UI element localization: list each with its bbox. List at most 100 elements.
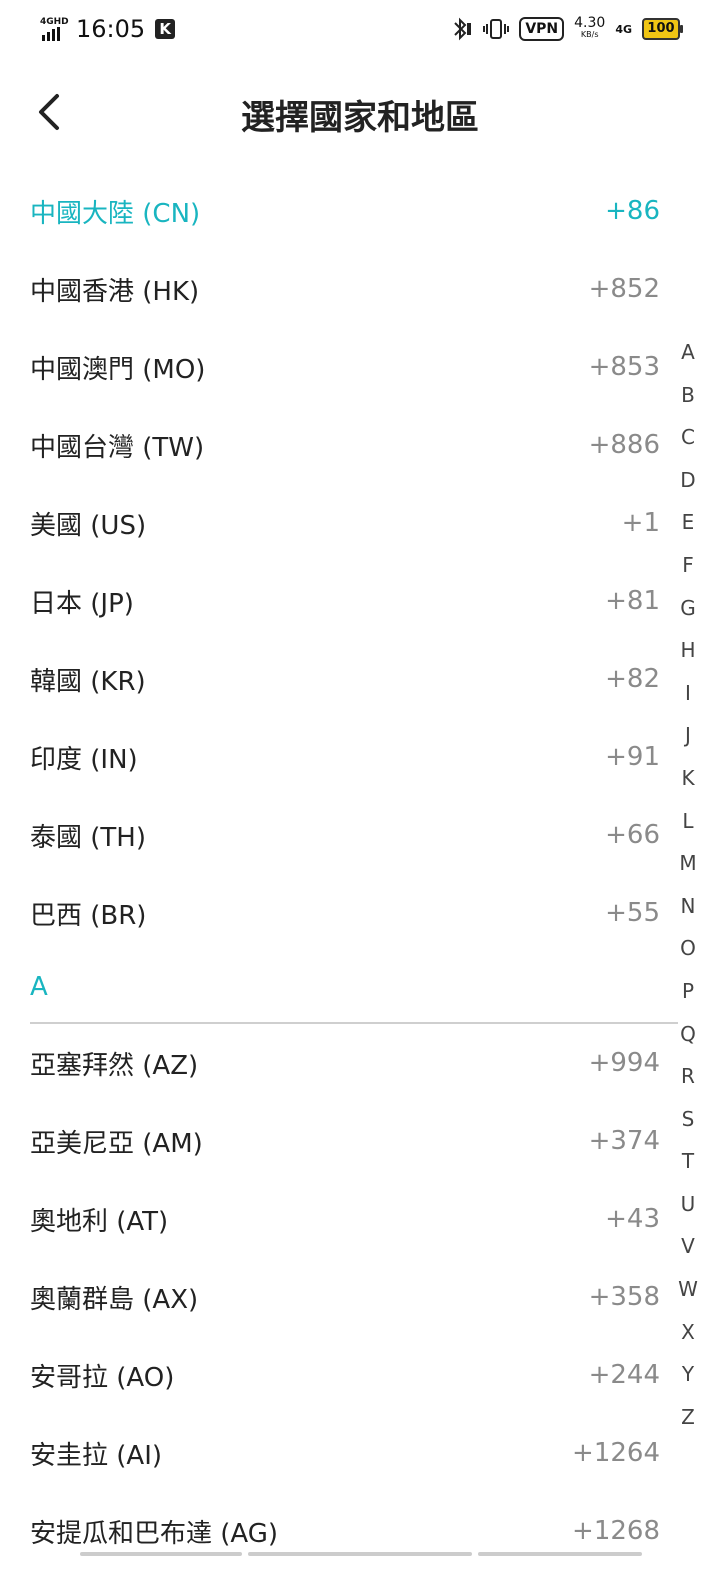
index-letter[interactable]: D <box>680 459 695 502</box>
index-letter[interactable]: P <box>682 970 694 1013</box>
header: 選擇國家和地區 <box>0 70 720 154</box>
country-row[interactable]: 巴西 (BR) +55 <box>0 874 720 952</box>
cellular-signal-icon: 4GHD <box>40 17 66 41</box>
country-row[interactable]: 中國台灣 (TW) +886 <box>0 406 720 484</box>
country-name: 中國大陸 (CN) <box>30 193 200 230</box>
dial-code: +86 <box>605 196 660 226</box>
index-letter[interactable]: F <box>682 544 694 587</box>
country-row[interactable]: 美國 (US) +1 <box>0 484 720 562</box>
country-row[interactable]: 亞美尼亞 (AM) +374 <box>0 1102 720 1180</box>
index-letter[interactable]: G <box>680 587 696 630</box>
index-letter[interactable]: W <box>678 1268 698 1311</box>
country-name: 泰國 (TH) <box>30 817 146 854</box>
index-letter[interactable]: V <box>681 1225 695 1268</box>
country-name: 中國澳門 (MO) <box>30 349 205 386</box>
dial-code: +66 <box>605 820 660 850</box>
dial-code: +1 <box>622 508 660 538</box>
dial-code: +886 <box>589 430 660 460</box>
status-time: 16:05 <box>76 15 145 43</box>
country-row[interactable]: 安哥拉 (AO) +244 <box>0 1336 720 1414</box>
country-row[interactable]: 奧蘭群島 (AX) +358 <box>0 1258 720 1336</box>
dial-code: +358 <box>589 1282 660 1312</box>
country-row[interactable]: 中國香港 (HK) +852 <box>0 250 720 328</box>
alphabet-index-bar[interactable]: ABCDEFGHIJKLMNOPQRSTUVWXYZ <box>676 331 700 1438</box>
k-app-icon: K <box>155 19 175 39</box>
bluetooth-icon <box>451 17 473 41</box>
index-letter[interactable]: H <box>680 629 695 672</box>
status-left: 4GHD 16:05 K <box>40 15 175 43</box>
dial-code: +852 <box>589 274 660 304</box>
dial-code: +91 <box>605 742 660 772</box>
country-name: 安圭拉 (AI) <box>30 1435 162 1472</box>
dial-code: +1264 <box>572 1438 660 1468</box>
index-letter[interactable]: B <box>681 374 695 417</box>
dial-code: +853 <box>589 352 660 382</box>
country-row[interactable]: 印度 (IN) +91 <box>0 718 720 796</box>
section-label: A <box>30 972 48 1002</box>
section-a-list: 亞塞拜然 (AZ) +994 亞美尼亞 (AM) +374 奧地利 (AT) +43 奧蘭群… <box>0 1024 720 1570</box>
country-row[interactable]: 中國大陸 (CN) +86 <box>0 172 720 250</box>
index-letter[interactable]: O <box>680 927 696 970</box>
dial-code: +1268 <box>572 1516 660 1546</box>
index-letter[interactable]: S <box>682 1098 695 1141</box>
dial-code: +55 <box>605 898 660 928</box>
country-row[interactable]: 亞塞拜然 (AZ) +994 <box>0 1024 720 1102</box>
country-name: 印度 (IN) <box>30 739 138 776</box>
hot-country-list: 中國大陸 (CN)+86中國香港 (HK)+852中國澳門 (MO)+853中國… <box>0 172 720 952</box>
country-name: 安哥拉 (AO) <box>30 1357 174 1394</box>
index-letter[interactable]: Z <box>681 1396 695 1439</box>
vpn-badge: VPN <box>519 17 564 41</box>
country-name: 美國 (US) <box>30 505 146 542</box>
speed-value: 4.30 <box>574 17 605 29</box>
status-bar: 4GHD 16:05 K VPN 4.30 KB/s 4G 100 <box>0 0 720 58</box>
speed-unit: KB/s <box>581 29 599 41</box>
dial-code: +81 <box>605 586 660 616</box>
index-letter[interactable]: T <box>682 1140 694 1183</box>
index-letter[interactable]: N <box>681 885 696 928</box>
index-letter[interactable]: R <box>681 1055 695 1098</box>
status-right: VPN 4.30 KB/s 4G 100 <box>451 17 680 41</box>
country-row[interactable]: 韓國 (KR) +82 <box>0 640 720 718</box>
index-letter[interactable]: A <box>681 331 695 374</box>
section-header-a: A <box>0 952 720 1022</box>
index-letter[interactable]: C <box>681 416 695 459</box>
battery-icon: 100 <box>642 18 680 40</box>
index-letter[interactable]: M <box>679 842 696 885</box>
dial-code: +994 <box>589 1048 660 1078</box>
vibrate-icon <box>483 17 509 41</box>
page-title: 選擇國家和地區 <box>0 90 720 139</box>
index-letter[interactable]: Y <box>682 1353 694 1396</box>
country-row[interactable]: 泰國 (TH) +66 <box>0 796 720 874</box>
country-name: 中國香港 (HK) <box>30 271 199 308</box>
country-name: 亞美尼亞 (AM) <box>30 1123 203 1160</box>
index-letter[interactable]: L <box>682 800 693 843</box>
dial-code: +374 <box>589 1126 660 1156</box>
country-row[interactable]: 安圭拉 (AI) +1264 <box>0 1414 720 1492</box>
index-letter[interactable]: U <box>681 1183 696 1226</box>
country-list[interactable]: 中國大陸 (CN)+86中國香港 (HK)+852中國澳門 (MO)+853中國… <box>0 172 720 1570</box>
country-row[interactable]: 安提瓜和巴布達 (AG) +1268 <box>0 1492 720 1570</box>
country-name: 奧蘭群島 (AX) <box>30 1279 198 1316</box>
country-name: 韓國 (KR) <box>30 661 146 698</box>
country-name: 巴西 (BR) <box>30 895 146 932</box>
country-row[interactable]: 中國澳門 (MO) +853 <box>0 328 720 406</box>
dial-code: +43 <box>605 1204 660 1234</box>
index-letter[interactable]: J <box>685 714 691 757</box>
network-tag: 4GHD <box>40 17 69 27</box>
bottom-gesture-bar <box>0 1552 720 1558</box>
index-letter[interactable]: E <box>682 501 695 544</box>
country-name: 中國台灣 (TW) <box>30 427 204 464</box>
country-row[interactable]: 日本 (JP)+81 <box>0 562 720 640</box>
network-speed: 4.30 KB/s <box>574 17 605 41</box>
index-letter[interactable]: X <box>681 1311 695 1354</box>
net-type: 4G <box>615 24 632 35</box>
dial-code: +244 <box>589 1360 660 1390</box>
index-letter[interactable]: I <box>685 672 691 715</box>
country-row[interactable]: 奧地利 (AT) +43 <box>0 1180 720 1258</box>
country-name: 安提瓜和巴布達 (AG) <box>30 1513 278 1550</box>
dial-code: +82 <box>605 664 660 694</box>
country-name: 奧地利 (AT) <box>30 1201 168 1238</box>
index-letter[interactable]: K <box>681 757 694 800</box>
index-letter[interactable]: Q <box>680 1013 696 1056</box>
country-name: 亞塞拜然 (AZ) <box>30 1045 198 1082</box>
